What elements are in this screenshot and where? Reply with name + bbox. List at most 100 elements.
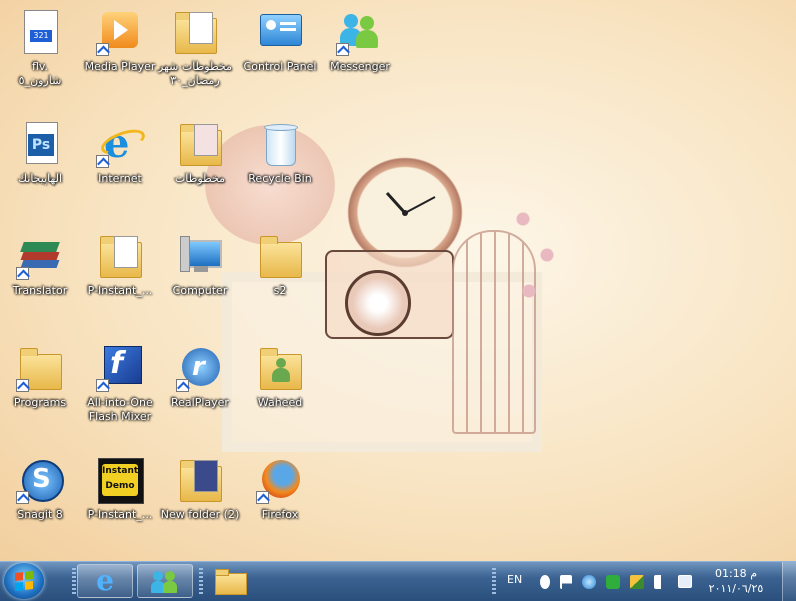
icon-label: Computer bbox=[172, 284, 228, 297]
folder-icon bbox=[256, 232, 304, 280]
volume-muted-icon[interactable] bbox=[654, 574, 668, 589]
flash-mixer-icon: f bbox=[96, 344, 144, 392]
shortcut-arrow-icon bbox=[16, 491, 29, 504]
shortcut-arrow-icon bbox=[96, 43, 109, 56]
desktop-icon-recycle-bin[interactable]: Recycle Bin bbox=[240, 114, 320, 214]
folder-icon bbox=[176, 120, 224, 168]
network-icon[interactable] bbox=[678, 575, 692, 588]
snagit-icon: S bbox=[16, 456, 64, 504]
satellite-icon[interactable] bbox=[630, 574, 644, 589]
file-flv-icon: 321 bbox=[16, 8, 64, 56]
icon-label: All-into-One Flash Mixer bbox=[87, 396, 153, 423]
icon-label: Programs bbox=[13, 396, 67, 409]
clock[interactable]: 01:18 م ٢٠١١/٠٦/٢٥ bbox=[700, 566, 772, 596]
icon-label: s2 bbox=[273, 284, 287, 297]
icon-label: Translator bbox=[12, 284, 68, 297]
media-player-icon bbox=[96, 8, 144, 56]
desktop-icon-s2-folder[interactable]: s2 bbox=[240, 226, 320, 326]
desktop-icon-p-instant-folder[interactable]: P-Instant_... bbox=[80, 226, 160, 326]
folder-icon bbox=[215, 569, 247, 595]
icon-label: P-Instant_... bbox=[87, 284, 153, 297]
green-app-icon[interactable] bbox=[606, 574, 620, 589]
desktop-icon-internet[interactable]: e Internet bbox=[80, 114, 160, 214]
internet-explorer-icon: e bbox=[96, 564, 114, 597]
desktop-icon-flv-file[interactable]: 321 flv. شارون_٥ bbox=[0, 2, 80, 102]
icon-label: Media Player bbox=[84, 60, 156, 73]
desktop-icon-snagit[interactable]: S Snagit 8 bbox=[0, 450, 80, 550]
desktop-icon-translator[interactable]: Translator bbox=[0, 226, 80, 326]
icon-label: Internet bbox=[98, 172, 142, 185]
desktop-icon-new-folder-2[interactable]: New folder (2) bbox=[160, 450, 240, 550]
bluetooth-icon[interactable] bbox=[540, 574, 550, 589]
shortcut-arrow-icon bbox=[336, 43, 349, 56]
desktop-icon-realplayer[interactable]: r RealPlayer bbox=[160, 338, 240, 438]
show-desktop-button[interactable] bbox=[782, 562, 796, 601]
translator-icon bbox=[16, 232, 64, 280]
control-panel-icon bbox=[256, 8, 304, 56]
desktop-icon-programs[interactable]: Programs bbox=[0, 338, 80, 438]
taskbar-grip[interactable] bbox=[72, 568, 76, 595]
user-folder-icon bbox=[256, 344, 304, 392]
desktop-icon-firefox[interactable]: Firefox bbox=[240, 450, 320, 550]
photoshop-icon: Ps bbox=[16, 120, 64, 168]
desktop-icon-messenger[interactable]: Messenger bbox=[320, 2, 400, 102]
desktop-icon-photoshop[interactable]: Ps الهاپيجانك bbox=[0, 114, 80, 214]
language-indicator[interactable]: EN bbox=[507, 573, 522, 586]
wallpaper-camera-lens bbox=[345, 270, 411, 336]
desktop-icon-folder-ramadan[interactable]: مخطوطات شهر رمضان_٣٠ bbox=[155, 2, 235, 102]
shortcut-arrow-icon bbox=[96, 379, 109, 392]
folder-icon bbox=[16, 344, 64, 392]
icon-label: Recycle Bin bbox=[248, 172, 312, 185]
desktop-icon-folder-manuscripts[interactable]: مخطوطات bbox=[160, 114, 240, 214]
icon-label: Messenger bbox=[330, 60, 390, 73]
taskbar-messenger[interactable] bbox=[137, 564, 193, 598]
clock-date: ٢٠١١/٠٦/٢٥ bbox=[708, 582, 764, 595]
folder-icon bbox=[171, 8, 219, 56]
icon-label: مخطوطات شهر رمضان_٣٠ bbox=[157, 60, 232, 87]
realplayer-icon: r bbox=[176, 344, 224, 392]
icon-label: Snagit 8 bbox=[17, 508, 63, 521]
shortcut-arrow-icon bbox=[176, 379, 189, 392]
icon-label: flv. شارون_٥ bbox=[18, 60, 62, 87]
icon-label: الهاپيجانك bbox=[18, 172, 62, 185]
start-button[interactable] bbox=[4, 563, 44, 599]
messenger-icon bbox=[151, 569, 179, 593]
taskbar-explorer[interactable] bbox=[202, 564, 258, 598]
icon-label: مخطوطات bbox=[174, 172, 226, 185]
icon-label: P-Instant_... bbox=[87, 508, 153, 521]
desktop[interactable]: 321 flv. شارون_٥ Media Player مخطوطات شه… bbox=[0, 0, 796, 561]
desktop-icon-control-panel[interactable]: Control Panel bbox=[240, 2, 320, 102]
desktop-icon-instant-demo[interactable]: Instant Demo P-Instant_... bbox=[80, 450, 160, 550]
shortcut-arrow-icon bbox=[16, 267, 29, 280]
instant-demo-icon: Instant Demo bbox=[96, 456, 144, 504]
network-globe-icon[interactable] bbox=[582, 574, 596, 589]
system-tray bbox=[535, 562, 697, 601]
taskbar: e EN 01:18 م ٢٠١١/٠٦/٢٥ bbox=[0, 561, 796, 601]
desktop-icon-waheed[interactable]: Waheed bbox=[240, 338, 320, 438]
computer-icon bbox=[176, 232, 224, 280]
taskbar-grip[interactable] bbox=[492, 568, 496, 595]
windows-logo-icon bbox=[15, 571, 33, 591]
desktop-icon-media-player[interactable]: Media Player bbox=[80, 2, 160, 102]
taskbar-internet-explorer[interactable]: e bbox=[77, 564, 133, 598]
desktop-icon-flash-mixer[interactable]: f All-into-One Flash Mixer bbox=[80, 338, 160, 438]
messenger-icon bbox=[336, 8, 384, 56]
folder-icon bbox=[96, 232, 144, 280]
action-center-icon[interactable] bbox=[560, 574, 572, 589]
icon-label: New folder (2) bbox=[160, 508, 240, 521]
folder-icon bbox=[176, 456, 224, 504]
icon-label: Control Panel bbox=[243, 60, 317, 73]
icon-label: Waheed bbox=[257, 396, 303, 409]
firefox-icon bbox=[256, 456, 304, 504]
desktop-icon-computer[interactable]: Computer bbox=[160, 226, 240, 326]
internet-explorer-icon: e bbox=[96, 120, 149, 168]
shortcut-arrow-icon bbox=[16, 379, 29, 392]
wallpaper-branch bbox=[505, 195, 565, 315]
shortcut-arrow-icon bbox=[256, 491, 269, 504]
icon-label: RealPlayer bbox=[171, 396, 229, 409]
shortcut-arrow-icon bbox=[96, 155, 109, 168]
instant-demo-logo-text: Instant Demo bbox=[102, 464, 138, 496]
icon-label: Firefox bbox=[261, 508, 299, 521]
clock-time: 01:18 م bbox=[714, 567, 757, 580]
recycle-bin-icon bbox=[256, 120, 304, 168]
